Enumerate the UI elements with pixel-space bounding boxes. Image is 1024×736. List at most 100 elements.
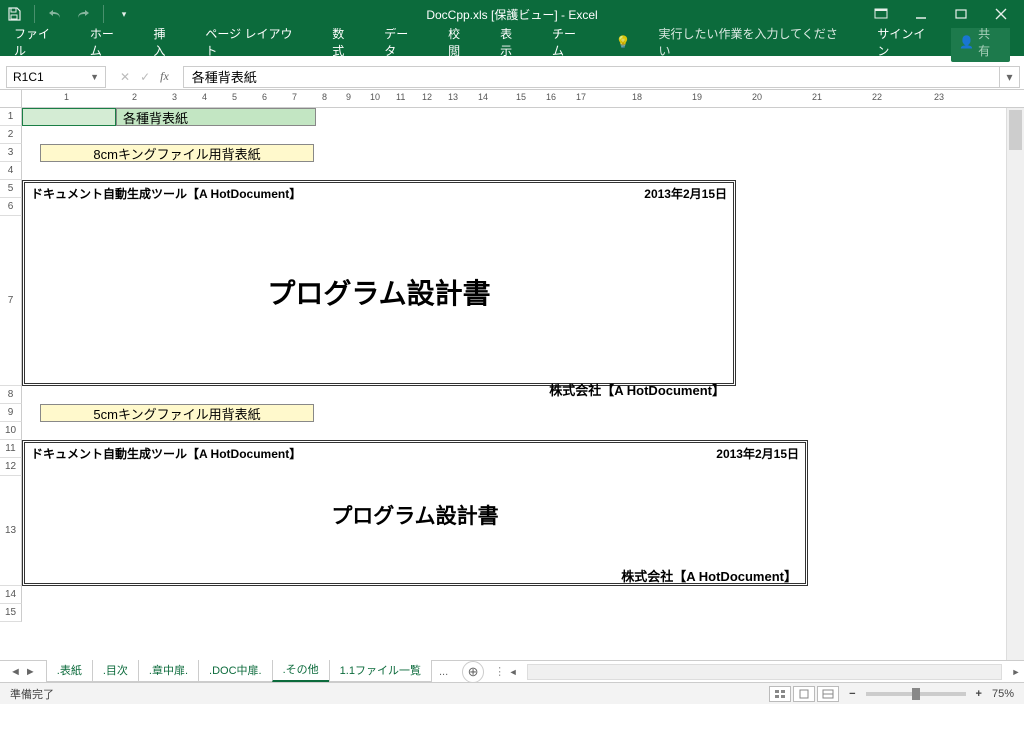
- hscroll-left-icon[interactable]: ◄: [505, 667, 521, 677]
- ribbon-tabs: ファイル ホーム 挿入 ページ レイアウト 数式 データ 校閲 表示 チーム 💡…: [0, 28, 1024, 56]
- selected-cell[interactable]: [22, 108, 116, 126]
- enter-icon[interactable]: ✓: [140, 70, 150, 84]
- fx-icon[interactable]: fx: [160, 69, 169, 84]
- status-ready: 準備完了: [10, 686, 54, 702]
- ruler-tick: 20: [752, 92, 762, 102]
- share-button[interactable]: 👤共有: [951, 22, 1010, 62]
- page-layout-view-icon[interactable]: [793, 686, 815, 702]
- row-header[interactable]: 8: [0, 386, 22, 404]
- scrollbar-thumb[interactable]: [1009, 110, 1022, 150]
- sheet-tab[interactable]: .目次: [92, 659, 139, 682]
- tab-page-layout[interactable]: ページ レイアウト: [205, 25, 304, 59]
- ruler-tick: 4: [202, 92, 207, 102]
- label-5cm: 5cmキングファイル用背表紙: [40, 404, 314, 422]
- row-header[interactable]: 3: [0, 144, 22, 162]
- sheet-tab[interactable]: 1.1ファイル一覧: [329, 659, 432, 682]
- name-box[interactable]: R1C1 ▼: [6, 66, 106, 88]
- ruler-tick: 5: [232, 92, 237, 102]
- ruler-tick: 14: [478, 92, 488, 102]
- tab-nav-next-icon[interactable]: ►: [25, 666, 36, 678]
- tab-insert[interactable]: 挿入: [153, 25, 177, 59]
- tab-split-icon[interactable]: ⋮: [494, 665, 505, 678]
- formula-bar: R1C1 ▼ ✕ ✓ fx 各種背表紙 ▾: [0, 64, 1024, 90]
- tab-file[interactable]: ファイル: [14, 25, 62, 59]
- row-headers: 123456789101112131415: [0, 108, 22, 660]
- chevron-down-icon[interactable]: ▼: [90, 72, 99, 82]
- ruler-tick: 2: [132, 92, 137, 102]
- redo-icon[interactable]: [75, 6, 91, 22]
- tab-nav-prev-icon[interactable]: ◄: [10, 666, 21, 678]
- row-header[interactable]: 9: [0, 404, 22, 422]
- row-header[interactable]: 5: [0, 180, 22, 198]
- spine8-tool: ドキュメント自動生成ツール【A HotDocument】: [31, 185, 301, 202]
- add-sheet-button[interactable]: ⊕: [462, 661, 484, 683]
- row-header[interactable]: 6: [0, 198, 22, 216]
- window-title: DocCpp.xls [保護ビュー] - Excel: [426, 6, 597, 23]
- horizontal-ruler: 1234567891011121314151617181920212223: [0, 90, 1024, 108]
- formula-input[interactable]: 各種背表紙: [183, 66, 1000, 88]
- close-icon[interactable]: [992, 5, 1010, 23]
- qat-dropdown-icon[interactable]: ▾: [116, 6, 132, 22]
- sheet-tab[interactable]: .DOC中扉.: [198, 659, 273, 682]
- zoom-level[interactable]: 75%: [992, 688, 1014, 700]
- undo-icon[interactable]: [47, 6, 63, 22]
- row-header[interactable]: 15: [0, 604, 22, 622]
- sheet-content[interactable]: 各種背表紙 8cmキングファイル用背表紙 ドキュメント自動生成ツール【A Hot…: [22, 108, 1006, 660]
- tab-review[interactable]: 校閲: [448, 25, 472, 59]
- tab-home[interactable]: ホーム: [90, 25, 126, 59]
- titlebar: ▾ DocCpp.xls [保護ビュー] - Excel: [0, 0, 1024, 28]
- sheet-tab[interactable]: .章中扉.: [138, 659, 199, 682]
- tab-nav: ◄ ►: [0, 666, 46, 678]
- maximize-icon[interactable]: [952, 5, 970, 23]
- cancel-icon[interactable]: ✕: [120, 70, 130, 84]
- zoom-slider[interactable]: [866, 692, 966, 696]
- spine5-title: プログラム設計書: [25, 500, 805, 530]
- ruler-tick: 12: [422, 92, 432, 102]
- formula-expand-icon[interactable]: ▾: [1000, 66, 1020, 88]
- page-break-view-icon[interactable]: [817, 686, 839, 702]
- row-header[interactable]: 7: [0, 216, 22, 386]
- ruler-tick: 7: [292, 92, 297, 102]
- ruler-tick: 22: [872, 92, 882, 102]
- window-controls: [872, 5, 1018, 23]
- tab-formulas[interactable]: 数式: [332, 25, 356, 59]
- tab-team[interactable]: チーム: [552, 25, 588, 59]
- normal-view-icon[interactable]: [769, 686, 791, 702]
- sheet-tab[interactable]: .その他: [272, 658, 330, 682]
- quick-access-toolbar: ▾: [6, 5, 132, 23]
- sheet-tab[interactable]: .表紙: [46, 659, 93, 682]
- row-header[interactable]: 1: [0, 108, 22, 126]
- lightbulb-icon: 💡: [616, 35, 631, 49]
- row-header[interactable]: 11: [0, 440, 22, 458]
- row-header[interactable]: 10: [0, 422, 22, 440]
- minimize-icon[interactable]: [912, 5, 930, 23]
- label-8cm: 8cmキングファイル用背表紙: [40, 144, 314, 162]
- ruler-tick: 6: [262, 92, 267, 102]
- spine5-tool: ドキュメント自動生成ツール【A HotDocument】: [31, 445, 301, 462]
- tab-view[interactable]: 表示: [500, 25, 524, 59]
- sheet-tabs: .表紙.目次.章中扉..DOC中扉..その他1.1ファイル一覧: [46, 661, 431, 682]
- save-icon[interactable]: [6, 6, 22, 22]
- spine8-company: 株式会社【A HotDocument】: [25, 378, 733, 401]
- title-cell: 各種背表紙: [116, 108, 316, 126]
- hscroll-right-icon[interactable]: ►: [1008, 667, 1024, 677]
- row-header[interactable]: 4: [0, 162, 22, 180]
- sheet-tabs-bar: ◄ ► .表紙.目次.章中扉..DOC中扉..その他1.1ファイル一覧 ... …: [0, 660, 1024, 682]
- row-header[interactable]: 14: [0, 586, 22, 604]
- tab-data[interactable]: データ: [384, 25, 420, 59]
- view-buttons: [769, 686, 839, 702]
- row-header[interactable]: 2: [0, 126, 22, 144]
- zoom-out-icon[interactable]: −: [849, 688, 855, 700]
- horizontal-scrollbar[interactable]: [527, 664, 1002, 680]
- tell-me-input[interactable]: 実行したい作業を入力してください: [659, 25, 850, 59]
- row-header[interactable]: 12: [0, 458, 22, 476]
- spine8-date: 2013年2月15日: [644, 185, 727, 202]
- spine8-title: プログラム設計書: [25, 272, 733, 312]
- zoom-thumb[interactable]: [912, 688, 920, 700]
- row-header[interactable]: 13: [0, 476, 22, 586]
- tabs-more[interactable]: ...: [431, 666, 456, 678]
- signin-link[interactable]: サインイン: [877, 25, 937, 59]
- ribbon-display-icon[interactable]: [872, 5, 890, 23]
- zoom-in-icon[interactable]: +: [976, 688, 982, 700]
- vertical-scrollbar[interactable]: [1006, 108, 1024, 660]
